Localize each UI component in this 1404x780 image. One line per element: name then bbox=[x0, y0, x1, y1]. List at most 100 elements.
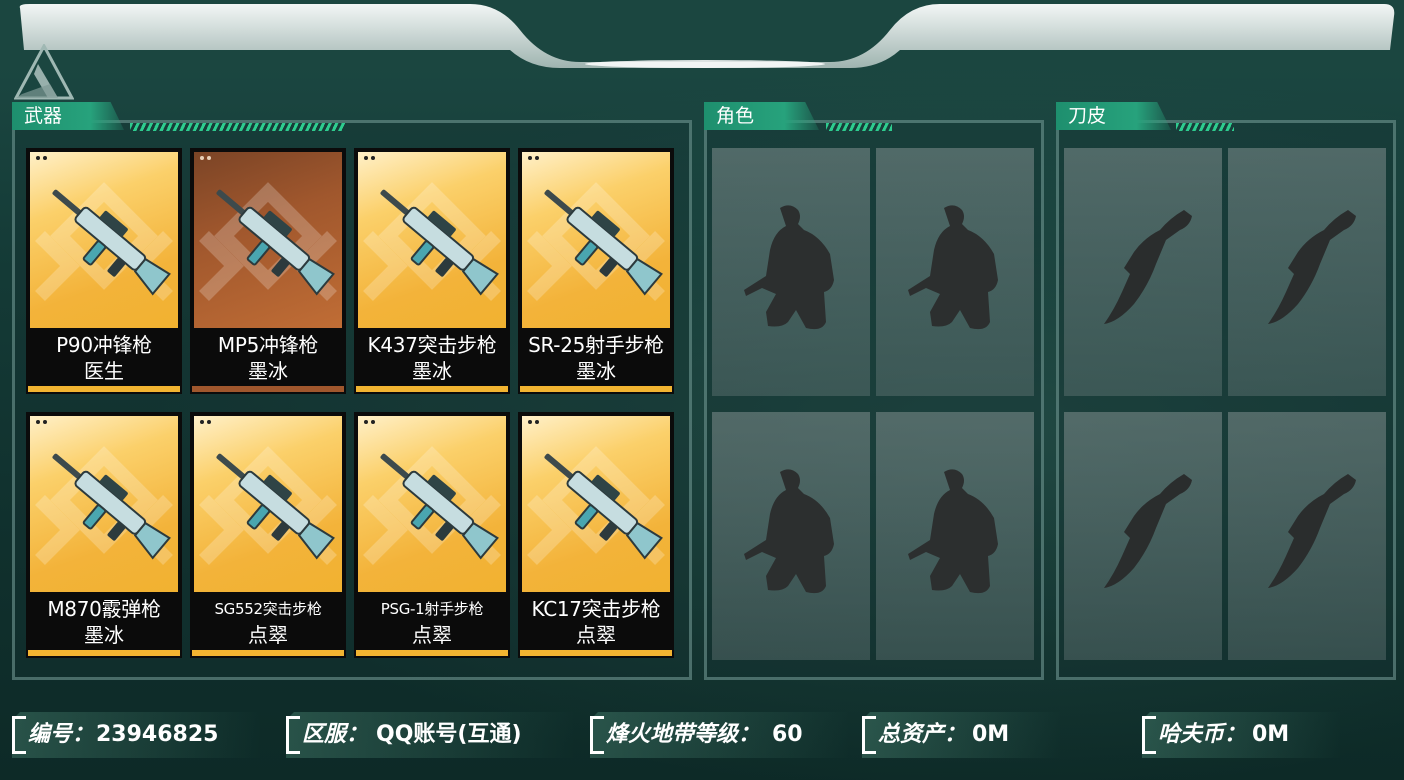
role-slot[interactable] bbox=[876, 148, 1034, 396]
weapon-card[interactable]: K437突击步枪 墨冰 bbox=[354, 148, 510, 394]
logo-icon bbox=[14, 44, 74, 100]
weapon-skin: 墨冰 bbox=[576, 359, 616, 383]
stat-server-label: 区服： bbox=[302, 722, 369, 747]
knife-tab[interactable]: 刀皮 bbox=[1056, 102, 1171, 130]
weapon-image bbox=[522, 152, 670, 328]
role-slot[interactable] bbox=[876, 412, 1034, 660]
weapon-card[interactable]: MP5冲锋枪 墨冰 bbox=[190, 148, 346, 394]
rifle-icon bbox=[216, 189, 335, 296]
knife-slot[interactable] bbox=[1064, 148, 1222, 396]
weapon-skin: 点翠 bbox=[248, 623, 288, 647]
weapon-skin: 医生 bbox=[84, 359, 124, 383]
top-bar bbox=[0, 0, 1404, 70]
rifle-icon bbox=[52, 189, 171, 296]
weapon-image bbox=[194, 152, 342, 328]
dots-icon bbox=[36, 156, 50, 160]
weapons-tab-label: 武器 bbox=[24, 105, 63, 127]
weapon-name: KC17突击步枪 bbox=[531, 597, 661, 621]
roles-tab-label: 角色 bbox=[716, 105, 755, 127]
bracket-icon bbox=[862, 716, 876, 754]
dots-icon bbox=[528, 156, 542, 160]
weapon-card[interactable]: M870霰弹枪 墨冰 bbox=[26, 412, 182, 658]
rarity-bar bbox=[520, 650, 672, 656]
role-slot[interactable] bbox=[712, 148, 870, 396]
rifle-icon bbox=[544, 189, 663, 296]
rarity-bar bbox=[192, 386, 344, 392]
weapons-tab[interactable]: 武器 bbox=[12, 102, 124, 130]
weapon-image bbox=[30, 152, 178, 328]
weapon-name: SR-25射手步枪 bbox=[528, 333, 664, 357]
rarity-bar bbox=[28, 650, 180, 656]
weapon-skin: 点翠 bbox=[412, 623, 452, 647]
weapon-image bbox=[30, 416, 178, 592]
roles-tab[interactable]: 角色 bbox=[704, 102, 819, 130]
rarity-bar bbox=[356, 386, 508, 392]
knife-silhouette-icon bbox=[1268, 474, 1356, 588]
dots-icon bbox=[364, 156, 378, 160]
soldier-silhouette-icon bbox=[908, 205, 998, 330]
soldier-silhouette-icon bbox=[744, 469, 834, 594]
rarity-bar bbox=[192, 650, 344, 656]
soldier-silhouette-icon bbox=[908, 469, 998, 594]
stat-assets-label: 总资产： bbox=[878, 722, 967, 747]
stat-level: 烽火地带等级： 60 bbox=[590, 712, 850, 758]
weapon-image bbox=[522, 416, 670, 592]
stat-assets: 总资产： 0M bbox=[862, 712, 1122, 758]
weapon-skin: 点翠 bbox=[576, 623, 616, 647]
weapon-card[interactable]: PSG-1射手步枪点翠 bbox=[354, 412, 510, 658]
knife-tab-label: 刀皮 bbox=[1068, 105, 1107, 127]
rarity-bar bbox=[28, 386, 180, 392]
rarity-bar bbox=[520, 386, 672, 392]
role-slot[interactable] bbox=[712, 412, 870, 660]
knife-tab-stripes bbox=[1176, 123, 1234, 131]
weapon-image bbox=[358, 416, 506, 592]
rifle-icon bbox=[380, 453, 499, 560]
knife-slot[interactable] bbox=[1228, 148, 1386, 396]
rifle-icon bbox=[216, 453, 335, 560]
stat-assets-value: 0M bbox=[972, 722, 1010, 747]
weapon-skin: 墨冰 bbox=[248, 359, 288, 383]
rifle-icon bbox=[52, 453, 171, 560]
bracket-icon bbox=[590, 716, 604, 754]
bracket-icon bbox=[1142, 716, 1156, 754]
weapon-image bbox=[358, 152, 506, 328]
weapon-card[interactable]: KC17突击步枪 点翠 bbox=[518, 412, 674, 658]
knife-slot[interactable] bbox=[1064, 412, 1222, 660]
weapon-card[interactable]: P90冲锋枪 医生 bbox=[26, 148, 182, 394]
weapon-card[interactable]: SG552突击步枪点翠 bbox=[190, 412, 346, 658]
stat-level-label: 烽火地带等级： bbox=[606, 722, 761, 747]
dots-icon bbox=[364, 420, 378, 424]
dots-icon bbox=[36, 420, 50, 424]
rifle-icon bbox=[544, 453, 663, 560]
stat-coin-label: 哈夫币： bbox=[1158, 722, 1247, 747]
dots-icon bbox=[528, 420, 542, 424]
weapon-name: MP5冲锋枪 bbox=[217, 333, 319, 357]
weapon-name: SG552突击步枪 bbox=[214, 600, 322, 618]
soldier-silhouette-icon bbox=[744, 205, 834, 330]
weapon-name: PSG-1射手步枪 bbox=[380, 600, 484, 618]
dots-icon bbox=[200, 156, 214, 160]
roles-tab-stripes bbox=[826, 123, 892, 131]
stat-level-value: 60 bbox=[772, 722, 803, 747]
knife-slot[interactable] bbox=[1228, 412, 1386, 660]
weapon-skin: 墨冰 bbox=[412, 359, 452, 383]
weapon-name: P90冲锋枪 bbox=[56, 333, 152, 357]
dots-icon bbox=[200, 420, 214, 424]
weapon-name: M870霰弹枪 bbox=[47, 597, 161, 621]
weapon-image bbox=[194, 416, 342, 592]
bracket-icon bbox=[286, 716, 300, 754]
weapon-name: K437突击步枪 bbox=[367, 333, 497, 357]
stat-coin-value: 0M bbox=[1252, 722, 1290, 747]
stat-account-id: 编号： 23946825 bbox=[12, 712, 262, 758]
rifle-icon bbox=[380, 189, 499, 296]
rarity-bar bbox=[356, 650, 508, 656]
stat-server: 区服： QQ账号(互通) bbox=[286, 712, 576, 758]
stat-coin: 哈夫币： 0M bbox=[1142, 712, 1382, 758]
weapon-card[interactable]: SR-25射手步枪 墨冰 bbox=[518, 148, 674, 394]
stat-id-label: 编号： bbox=[28, 722, 95, 747]
bracket-icon bbox=[12, 716, 26, 754]
stat-id-value: 23946825 bbox=[96, 722, 219, 747]
knife-silhouette-icon bbox=[1104, 210, 1192, 324]
weapons-tab-stripes bbox=[130, 123, 345, 131]
knife-silhouette-icon bbox=[1268, 210, 1356, 324]
